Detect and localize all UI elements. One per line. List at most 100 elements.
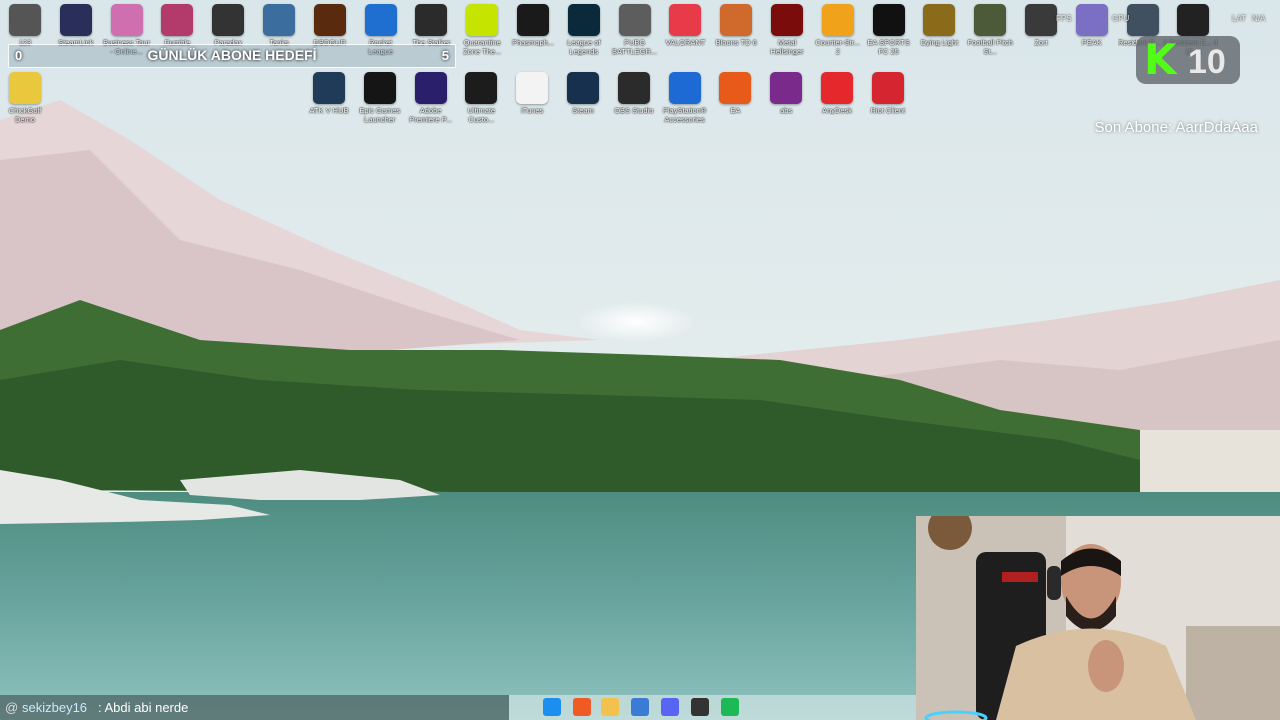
file-explorer-icon[interactable] bbox=[601, 698, 619, 716]
desktop-shortcut[interactable]: Dying Light bbox=[914, 0, 964, 47]
desktop-shortcut-label: Counter-Str... 2 bbox=[815, 38, 861, 56]
desktop-shortcut[interactable]: Epic Games Launcher bbox=[355, 68, 405, 124]
desktop-shortcut[interactable]: Rumble bbox=[152, 0, 202, 47]
hud-gpu: GPU bbox=[1112, 14, 1130, 23]
desktop-shortcut[interactable]: Tanks bbox=[254, 0, 304, 47]
desktop-shortcut-label: ATK V HUB bbox=[309, 106, 349, 115]
rocket-league-icon bbox=[364, 4, 397, 36]
desktop-shortcut-label: Dying Light bbox=[920, 38, 959, 47]
obs-taskbar-icon[interactable] bbox=[691, 698, 709, 716]
desktop-shortcut-label: Quarantine Zone The... bbox=[463, 38, 502, 56]
paradox-icon bbox=[212, 4, 245, 36]
eafc-icon bbox=[872, 4, 905, 36]
desktop-shortcut[interactable]: League of Legends bbox=[559, 0, 609, 56]
dying-light-icon bbox=[923, 4, 956, 36]
steam-icon bbox=[567, 72, 599, 104]
desktop-shortcut[interactable]: ChickGolf Demo bbox=[0, 68, 50, 124]
desktop-shortcut[interactable]: Bloons TD 6 bbox=[711, 0, 761, 47]
desktop-shortcut-label: VALORANT bbox=[665, 38, 706, 47]
desktop-shortcut-label: Epic Games Launcher bbox=[359, 106, 401, 124]
desktop-shortcut[interactable]: PlayStation® Accessories bbox=[660, 68, 710, 124]
steamlink-icon bbox=[59, 4, 92, 36]
ultimate-custom-icon bbox=[465, 72, 498, 104]
desktop-shortcut[interactable]: Adobe Premiere P... bbox=[406, 68, 456, 124]
chick-golf-icon bbox=[9, 72, 41, 104]
hud-lat-value: N/A bbox=[1252, 14, 1266, 23]
chat-overlay: @ sekizbey16 : Abdi abi nerde bbox=[0, 695, 509, 720]
desktop-shortcut[interactable]: SteamLink bbox=[51, 0, 101, 47]
desktop-shortcut-label: AnyDesk bbox=[821, 106, 852, 115]
network-icon[interactable] bbox=[631, 698, 649, 716]
desktop-shortcut[interactable]: Paradox bbox=[203, 0, 253, 47]
desktop-shortcut-label: Steam bbox=[572, 106, 594, 115]
desktop-shortcut-label: OBS Studio bbox=[614, 106, 654, 115]
taskbar bbox=[509, 695, 916, 720]
desktop-shortcut-label: Bloons TD 6 bbox=[715, 38, 757, 47]
desktop-shortcut[interactable]: EA SPORTS FC 25 bbox=[864, 0, 914, 56]
desktop-shortcut-label: PEAK bbox=[1081, 38, 1102, 47]
brave-icon[interactable] bbox=[573, 698, 591, 716]
itunes-icon bbox=[516, 72, 549, 104]
quarantine-icon bbox=[466, 4, 499, 36]
desktop-shortcut[interactable]: PEAK bbox=[1067, 0, 1117, 47]
desktop-shortcut[interactable]: Zort bbox=[1016, 0, 1066, 47]
chat-at-icon: @ bbox=[5, 700, 19, 715]
cs2-icon bbox=[821, 4, 854, 36]
desktop-shortcut[interactable]: abs bbox=[761, 68, 811, 115]
winrar-icon bbox=[770, 72, 803, 104]
desktop-shortcut-label: Ultimate Custo... bbox=[467, 106, 496, 124]
tanks-icon bbox=[263, 4, 295, 36]
chat-username: sekizbey16 bbox=[22, 700, 88, 715]
desktop-shortcut[interactable]: AnyDesk bbox=[812, 68, 862, 115]
desktop-shortcut-label: Zort bbox=[1034, 38, 1048, 47]
desktop-shortcut[interactable]: Riot Client bbox=[863, 68, 913, 115]
desktop-shortcut-label: Riot Client bbox=[870, 106, 906, 115]
desktop-shortcut[interactable]: iTunes bbox=[507, 68, 557, 115]
desktop-shortcut[interactable]: Metal Hellsinger bbox=[762, 0, 812, 56]
subscriber-goal-bar: 0 GÜNLÜK ABONE HEDEFİ 5 bbox=[8, 44, 456, 68]
desktop-shortcut-label: PUBG BATTLEGR... bbox=[611, 38, 658, 56]
desktop-shortcut[interactable]: OBS Studio bbox=[609, 68, 659, 115]
desktop-shortcut[interactable]: 123 bbox=[0, 0, 50, 47]
desktop-shortcut[interactable]: The Stalker bbox=[406, 0, 456, 47]
desktop-shortcut[interactable]: Steam bbox=[558, 68, 608, 115]
stalker-icon bbox=[415, 4, 448, 36]
desktop-shortcut-label: Metal Hellsinger bbox=[770, 38, 804, 56]
goal-title: GÜNLÜK ABONE HEDEFİ bbox=[147, 47, 317, 63]
desktop-shortcut-label: EA SPORTS FC 25 bbox=[867, 38, 910, 56]
windows-start-icon[interactable] bbox=[543, 698, 561, 716]
spotify-icon[interactable] bbox=[721, 698, 739, 716]
last-subscriber: Son Abone: AarrDdaAaa bbox=[1094, 119, 1258, 136]
desktop-shortcut[interactable]: VALORANT bbox=[660, 0, 710, 47]
desktop-shortcut-label: EA bbox=[730, 106, 741, 115]
obs-icon bbox=[617, 72, 650, 104]
premiere-icon bbox=[414, 72, 447, 104]
chat-message: : Abdi abi nerde bbox=[98, 700, 189, 715]
desktop-shortcut-label: League of Legends bbox=[567, 38, 601, 56]
desktop-shortcut[interactable]: Phasmoph... bbox=[508, 0, 558, 47]
desktop-shortcut-label: iTunes bbox=[521, 106, 544, 115]
desktop-shortcut[interactable]: PUBG BATTLEGR... bbox=[610, 0, 660, 56]
desktop-shortcut[interactable]: Quarantine Zone The... bbox=[457, 0, 507, 56]
desktop-shortcut-label: PlayStation® Accessories bbox=[662, 106, 707, 124]
atk-hub-icon bbox=[313, 72, 345, 104]
desktop-shortcut[interactable]: DBDGUR bbox=[305, 0, 355, 47]
desktop-shortcut-label: ChickGolf Demo bbox=[8, 106, 42, 124]
desktop-shortcut[interactable]: Football Pitch St... bbox=[965, 0, 1015, 56]
kick-counter: K 10 bbox=[1136, 36, 1240, 84]
pubg-icon bbox=[618, 4, 651, 36]
league-icon bbox=[567, 4, 600, 36]
goal-target: 5 bbox=[441, 48, 449, 63]
desktop-shortcut[interactable]: EA bbox=[710, 68, 760, 115]
bloons-icon bbox=[720, 4, 753, 36]
ea-icon bbox=[719, 72, 752, 104]
valorant-icon bbox=[669, 4, 702, 36]
desktop-shortcut-label: Football Pitch St... bbox=[967, 38, 1013, 56]
desktop-shortcut[interactable]: ATK V HUB bbox=[304, 68, 354, 115]
desktop-shortcut[interactable]: Counter-Str... 2 bbox=[813, 0, 863, 56]
desktop-shortcut[interactable]: Ultimate Custo... bbox=[456, 68, 506, 124]
kick-count: 10 bbox=[1188, 43, 1226, 81]
hud-lat: LAT bbox=[1232, 14, 1247, 23]
webcam-feed bbox=[916, 516, 1280, 720]
discord-icon[interactable] bbox=[661, 698, 679, 716]
